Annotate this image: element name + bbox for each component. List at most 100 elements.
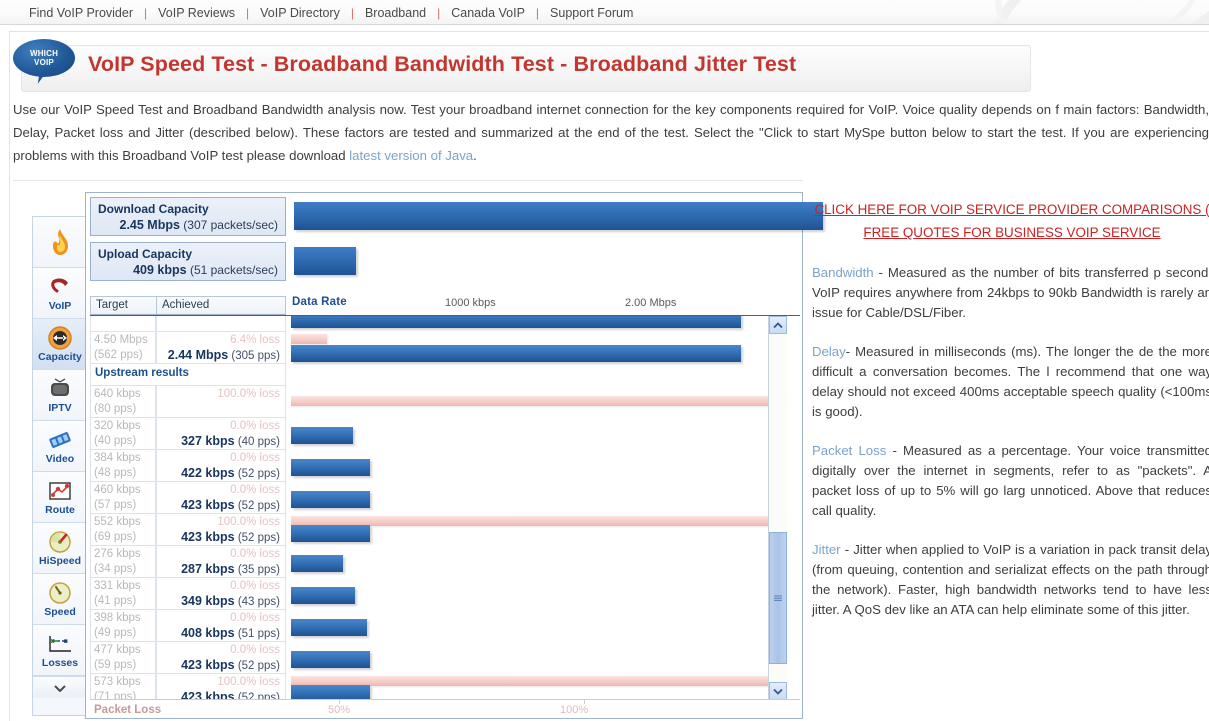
row-achieved-cell: 6.4% loss 2.44 Mbps (305 pps)	[156, 332, 286, 364]
row-achieved-pps: (52 pps)	[237, 532, 280, 544]
row-target-rate: 331 kbps	[94, 580, 141, 592]
sidebar-item-label: Route	[45, 504, 75, 516]
upload-capacity-bar	[294, 247, 356, 275]
nav-link-voip-directory[interactable]: VoIP Directory	[249, 6, 351, 20]
sidebar-item-hispeed[interactable]: HiSpeed	[33, 523, 87, 574]
nav-link-canada-voip[interactable]: Canada VoIP	[440, 6, 536, 20]
row-data-rate-bar	[291, 651, 370, 668]
promo-block: CLICK HERE FOR VOIP SERVICE PROVIDER COM…	[812, 198, 1209, 244]
sidebar-scroll-down-button[interactable]	[33, 676, 87, 698]
row-achieved-cell: 0.0% loss 327 kbps (40 pps)	[156, 418, 286, 450]
speed-test-applet: VoIP Capacity IPTV Video Route HiSpeed S…	[13, 180, 823, 719]
info-text-jitter: - Jitter when applied to VoIP is a varia…	[812, 542, 1209, 617]
row-target-rate: 460 kbps	[94, 484, 141, 496]
promo-link-line1[interactable]: CLICK HERE FOR VOIP SERVICE PROVIDER COM…	[814, 202, 1209, 217]
info-paragraph-bandwidth: Bandwidth - Measured as the number of bi…	[812, 263, 1209, 323]
row-achieved-cell: 0.0% loss 422 kbps (52 pps)	[156, 450, 286, 482]
losses-chart-icon	[47, 631, 73, 657]
row-achieved-rate: 2.44 Mbps	[167, 348, 229, 362]
row-achieved-cell: 100.0% loss	[156, 386, 286, 418]
row-target-pps: (71 pps)	[94, 691, 137, 699]
table-row: 477 kbps (59 pps) 0.0% loss 423 kbps (52…	[90, 642, 800, 674]
row-target-cell: (562 pps)	[90, 316, 156, 332]
nav-link-broadband[interactable]: Broadband	[354, 6, 437, 20]
upload-capacity-rate: 409 kbps	[133, 263, 187, 277]
sidebar-item-label: Losses	[41, 657, 79, 669]
promo-link-line2[interactable]: FREE QUOTES FOR BUSINESS VOIP SERVICE	[812, 221, 1209, 244]
row-achieved-cell: 0.0% loss 287 kbps (35 pps)	[156, 546, 286, 578]
table-row: (562 pps) 2.44 Mbps (305 pps)	[90, 316, 800, 332]
row-achieved: 423 kbps (52 pps)	[157, 658, 285, 674]
table-row: 320 kbps (40 pps) 0.0% loss 327 kbps (40…	[90, 418, 800, 450]
table-row: 552 kbps (69 pps) 100.0% loss 423 kbps (…	[90, 514, 800, 546]
row-achieved-cell: 0.0% loss 408 kbps (51 pps)	[156, 610, 286, 642]
row-data-rate-bar	[291, 491, 370, 508]
row-data-rate-bar	[291, 619, 367, 636]
sidebar-item-video[interactable]: Video	[33, 421, 87, 472]
row-loss: 0.0% loss	[230, 420, 280, 432]
info-keyword-jitter: Jitter	[812, 542, 841, 557]
row-achieved: 423 kbps (52 pps)	[157, 530, 285, 546]
whichvoip-logo[interactable]: WHICH VOIP	[13, 39, 75, 86]
sidebar-item-voip[interactable]: VoIP	[33, 268, 87, 319]
row-achieved-cell: 100.0% loss 423 kbps (52 pps)	[156, 674, 286, 699]
info-keyword-packet-loss: Packet Loss	[812, 443, 887, 458]
bottom-axis-tick-100: 100%	[560, 704, 589, 716]
nav-link-support-forum[interactable]: Support Forum	[539, 6, 644, 20]
nav-link-voip-reviews[interactable]: VoIP Reviews	[147, 6, 246, 20]
scroll-up-button[interactable]	[769, 316, 787, 334]
row-achieved-rate: 423 kbps	[181, 690, 235, 699]
chevron-down-icon	[54, 684, 66, 692]
row-achieved: 287 kbps (35 pps)	[157, 562, 285, 578]
row-target-cell: 4.50 Mbps (562 pps)	[90, 332, 156, 364]
row-target-cell: 331 kbps (41 pps)	[90, 578, 156, 610]
row-achieved-rate: 408 kbps	[181, 626, 235, 640]
sidebar-item-flame[interactable]	[33, 217, 87, 268]
sidebar-item-losses[interactable]: Losses	[33, 625, 87, 676]
row-data-rate-bar	[291, 316, 741, 328]
table-row: 573 kbps (71 pps) 100.0% loss 423 kbps (…	[90, 674, 800, 699]
scroll-down-button[interactable]	[769, 682, 787, 699]
row-target-rate: 573 kbps	[94, 676, 141, 688]
nav-link-find-voip-provider[interactable]: Find VoIP Provider	[18, 6, 144, 20]
java-download-link[interactable]: latest version of Java	[349, 148, 473, 163]
row-target-cell: 552 kbps (69 pps)	[90, 514, 156, 546]
top-axis-label: Data Rate	[292, 296, 347, 308]
row-target-cell: 276 kbps (34 pps)	[90, 546, 156, 578]
row-achieved-pps: (52 pps)	[237, 468, 280, 480]
chart-vertical-scrollbar[interactable]	[768, 316, 787, 699]
phone-icon	[49, 274, 71, 300]
row-loss: 0.0% loss	[230, 452, 280, 464]
logo-bubble: WHICH VOIP	[13, 39, 75, 77]
row-achieved-pps: (40 pps)	[237, 436, 280, 448]
row-loss: 100.0% loss	[217, 388, 280, 400]
scrollbar-thumb[interactable]	[769, 532, 787, 664]
hispeed-gauge-icon	[48, 529, 72, 555]
row-data-rate-bar	[291, 345, 741, 362]
row-target-pps: (49 pps)	[94, 627, 137, 639]
sidebar-item-label: IPTV	[48, 402, 72, 414]
row-data-rate-bar	[291, 525, 370, 542]
download-capacity-box: Download Capacity 2.45 Mbps (307 packets…	[90, 197, 286, 236]
row-target-cell: 320 kbps (40 pps)	[90, 418, 156, 450]
row-target-cell: 460 kbps (57 pps)	[90, 482, 156, 514]
capacity-arrows-icon	[48, 325, 72, 351]
sidebar-item-label: Speed	[44, 606, 76, 618]
sidebar-item-capacity[interactable]: Capacity	[33, 319, 87, 370]
row-loss: 100.0% loss	[217, 676, 280, 688]
sidebar-item-route[interactable]: Route	[33, 472, 87, 523]
row-target-pps: (562 pps)	[94, 349, 143, 361]
sidebar-item-iptv[interactable]: IPTV	[33, 370, 87, 421]
page-title: VoIP Speed Test - Broadband Bandwidth Te…	[88, 52, 797, 76]
row-loss: 0.0% loss	[230, 580, 280, 592]
section-row-upstream: Upstream results	[90, 364, 800, 386]
row-achieved-cell: 0.0% loss 423 kbps (52 pps)	[156, 482, 286, 514]
row-target-rate: 276 kbps	[94, 548, 141, 560]
download-capacity-title: Download Capacity	[98, 202, 209, 216]
download-capacity-bar	[294, 202, 823, 230]
sidebar-item-label: Video	[45, 453, 75, 465]
bottom-axis-label: Packet Loss	[94, 704, 162, 716]
sidebar-item-label: VoIP	[48, 300, 72, 312]
logo-text-line2: VOIP	[34, 58, 54, 67]
sidebar-item-speed[interactable]: Speed	[33, 574, 87, 625]
